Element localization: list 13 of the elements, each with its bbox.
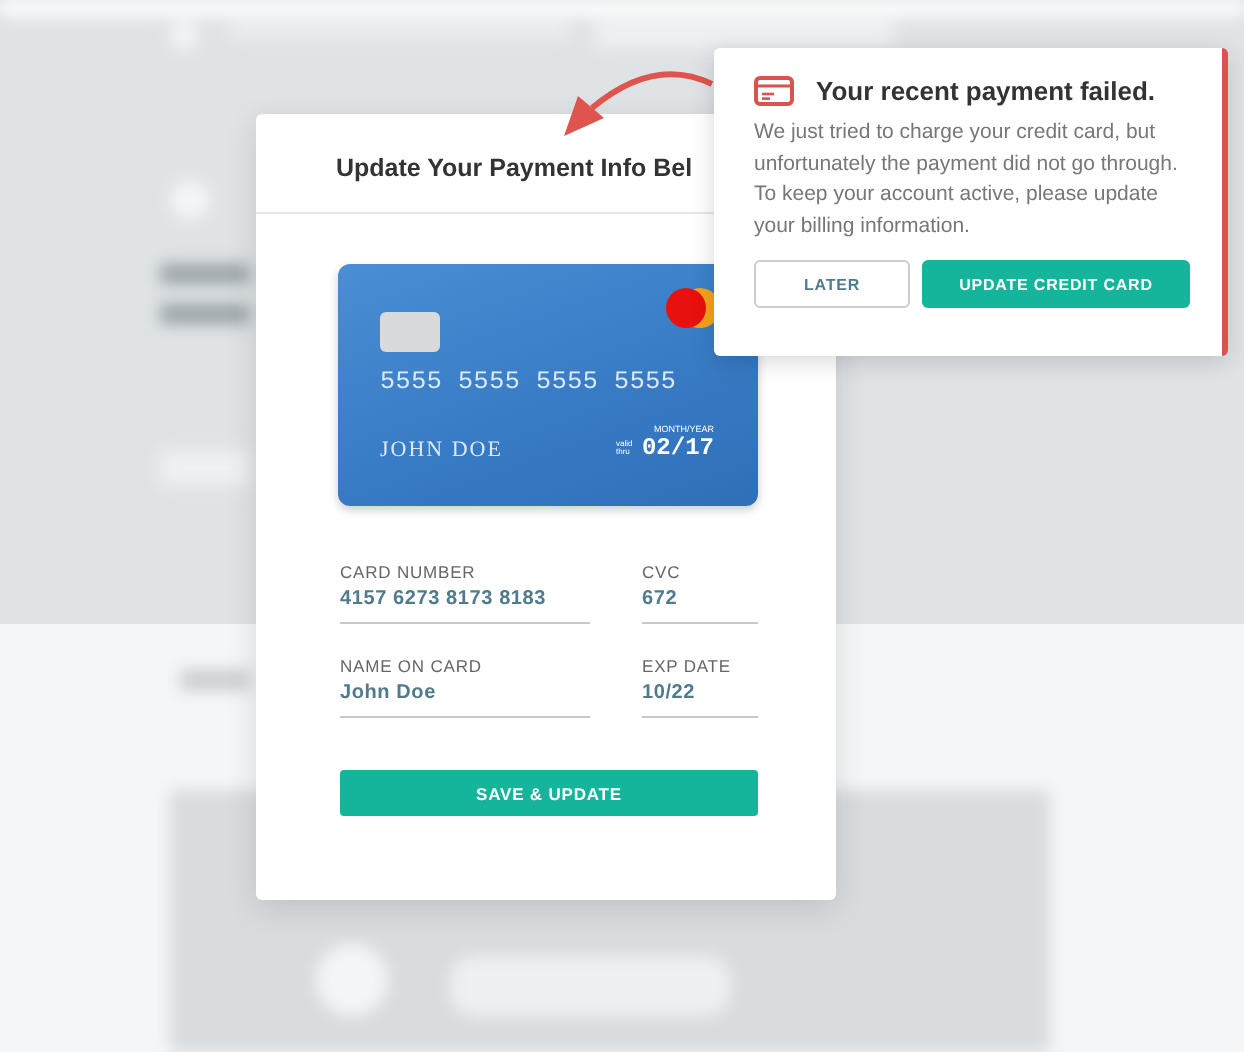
alert-title: Your recent payment failed. bbox=[816, 76, 1156, 106]
card-expiry: 02/17 bbox=[641, 434, 714, 462]
chip-icon bbox=[380, 312, 440, 352]
card-number: 5555 5555 5555 5555 bbox=[380, 368, 679, 396]
cardholder-name: JOHN DOE bbox=[380, 438, 503, 462]
later-button[interactable]: LATER bbox=[754, 260, 910, 308]
input-field[interactable]: EXP DATE 10/22 bbox=[642, 656, 758, 718]
alert-message: We just tried to charge your credit card, but unfortunately the payment did not go through. To keep your account active, please update your billing information. bbox=[754, 118, 1178, 241]
input-field[interactable]: NAME ON CARD John Doe bbox=[340, 656, 590, 718]
input-field[interactable]: CARD NUMBER 4157 6273 8173 8183 bbox=[340, 562, 590, 624]
input-field[interactable]: CVC 672 bbox=[642, 562, 758, 624]
dialog-title: Update Your Payment Info Bel bbox=[336, 154, 693, 182]
credit-card-icon bbox=[754, 76, 794, 106]
